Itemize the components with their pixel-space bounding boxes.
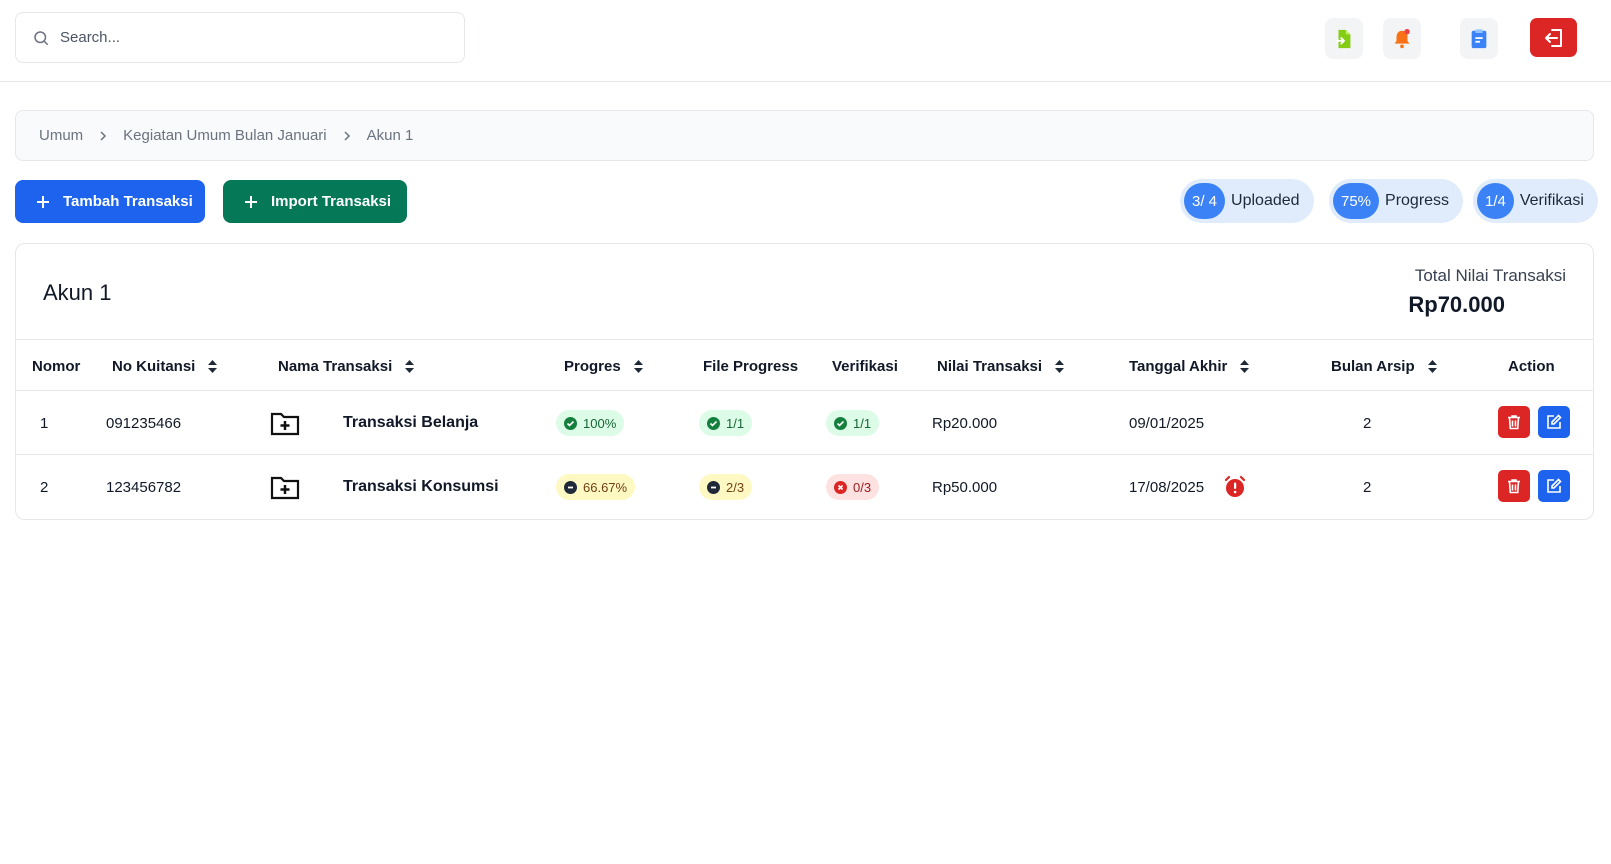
x-circle-icon (834, 480, 847, 494)
trash-icon (1508, 479, 1520, 494)
minus-circle-icon (564, 480, 577, 494)
cell-kuitansi: 091235466 (106, 414, 182, 432)
transaksi-card: Akun 1 Total Nilai Transaksi Rp70.000 No… (15, 243, 1594, 520)
sort-icon[interactable] (1427, 359, 1438, 374)
file-progress-badge: 1/1 (699, 410, 753, 436)
verifikasi-badge: 1/1 (826, 410, 880, 436)
col-nomor: Nomor (32, 357, 81, 375)
sort-icon[interactable] (207, 359, 218, 374)
bell-icon (1394, 28, 1410, 48)
folder-plus-icon (270, 412, 300, 436)
cell-nomor: 1 (40, 414, 49, 432)
cell-file-progress: 2/3 (699, 455, 753, 519)
cell-nilai: Rp20.000 (932, 414, 998, 432)
file-import-icon (1335, 29, 1351, 48)
search-input[interactable] (60, 29, 440, 46)
breadcrumb-item-kegiatan[interactable]: Kegiatan Umum Bulan Januari (123, 127, 326, 144)
chevron-right-icon (341, 130, 353, 142)
cell-file-progress: 1/1 (699, 391, 753, 455)
col-verifikasi: Verifikasi (832, 357, 898, 375)
progress-label: Progress (1385, 192, 1450, 209)
sort-icon[interactable] (404, 359, 415, 374)
cell-nomor: 2 (40, 478, 49, 496)
plus-icon (37, 195, 49, 208)
col-action: Action (1508, 357, 1555, 375)
delete-button[interactable] (1498, 470, 1530, 502)
file-progress-badge: 2/3 (699, 474, 753, 500)
search-icon (34, 30, 49, 45)
progress-value: 75% (1333, 183, 1380, 219)
progress-stat: 75% Progress (1329, 179, 1464, 223)
cell-verifikasi: 1/1 (826, 391, 880, 455)
edit-icon (1547, 478, 1562, 493)
edit-button[interactable] (1538, 406, 1570, 438)
breadcrumb: Umum Kegiatan Umum Bulan Januari Akun 1 (15, 110, 1594, 161)
alarm-clock-icon (1223, 455, 1247, 519)
logout-button[interactable] (1530, 18, 1577, 57)
verifikasi-stat: 1/4 Verifikasi (1473, 179, 1598, 223)
uploaded-stat: 3/ 4 Uploaded (1180, 179, 1314, 223)
cell-nilai: Rp50.000 (932, 478, 998, 496)
uploaded-label: Uploaded (1231, 192, 1300, 209)
logout-icon (1544, 28, 1562, 47)
verifikasi-value: 1/4 (1477, 183, 1514, 219)
breadcrumb-item-umum[interactable]: Umum (39, 127, 83, 144)
verifikasi-badge: 0/3 (826, 474, 880, 500)
add-folder-button[interactable] (270, 391, 300, 455)
col-nama-transaksi[interactable]: Nama Transaksi (278, 340, 415, 392)
total-label: Total Nilai Transaksi (1414, 266, 1566, 285)
file-import-button[interactable] (1325, 18, 1363, 59)
sort-icon[interactable] (1054, 359, 1065, 374)
sort-icon[interactable] (633, 359, 644, 374)
folder-plus-icon (270, 476, 300, 500)
cell-tanggal: 17/08/2025 (1129, 478, 1205, 496)
import-transaksi-label: Import Transaksi (271, 193, 392, 210)
import-transaksi-button[interactable]: Import Transaksi (223, 180, 407, 223)
progres-badge: 66.67% (556, 474, 636, 500)
table-row: 2 123456782 Transaksi Konsumsi 66.67% 2/… (16, 455, 1593, 519)
uploaded-value: 3/ 4 (1184, 183, 1226, 219)
search-box[interactable] (15, 12, 465, 63)
delete-button[interactable] (1498, 406, 1530, 438)
col-file-progress: File Progress (703, 357, 799, 375)
add-folder-button[interactable] (270, 455, 300, 519)
minus-circle-icon (707, 480, 720, 494)
plus-icon (245, 195, 257, 208)
verifikasi-label: Verifikasi (1519, 192, 1584, 209)
clipboard-icon (1471, 28, 1487, 48)
breadcrumb-item-current: Akun 1 (366, 127, 414, 144)
tambah-transaksi-label: Tambah Transaksi (63, 193, 193, 210)
edit-icon (1547, 414, 1562, 429)
col-bulan-arsip[interactable]: Bulan Arsip (1331, 340, 1438, 392)
cell-progres: 100% (556, 391, 625, 455)
check-circle-icon (564, 416, 577, 430)
card-title: Akun 1 (43, 280, 112, 305)
progres-badge: 100% (556, 410, 625, 436)
col-nilai-transaksi[interactable]: Nilai Transaksi (937, 340, 1065, 392)
clipboard-button[interactable] (1460, 18, 1498, 59)
table-row: 1 091235466 Transaksi Belanja 100% 1/1 1… (16, 391, 1593, 455)
notification-button[interactable] (1383, 18, 1421, 59)
cell-bulan-arsip: 2 (1363, 414, 1372, 432)
col-tanggal-akhir[interactable]: Tanggal Akhir (1129, 340, 1250, 392)
total-value: Rp70.000 (1408, 292, 1505, 317)
trash-icon (1508, 415, 1520, 430)
table-header: Nomor No Kuitansi Nama Transaksi Progres… (16, 339, 1593, 391)
tambah-transaksi-button[interactable]: Tambah Transaksi (15, 180, 205, 223)
check-circle-icon (834, 416, 847, 430)
cell-kuitansi: 123456782 (106, 478, 182, 496)
sort-icon[interactable] (1239, 359, 1250, 374)
cell-bulan-arsip: 2 (1363, 478, 1372, 496)
cell-nama-transaksi[interactable]: Transaksi Konsumsi (343, 455, 499, 519)
col-no-kuitansi[interactable]: No Kuitansi (112, 340, 218, 392)
edit-button[interactable] (1538, 470, 1570, 502)
cell-verifikasi: 0/3 (826, 455, 880, 519)
chevron-right-icon (97, 130, 109, 142)
cell-nama-transaksi[interactable]: Transaksi Belanja (343, 391, 478, 455)
cell-tanggal: 09/01/2025 (1129, 414, 1205, 432)
check-circle-icon (707, 416, 720, 430)
top-bar (0, 0, 1611, 82)
col-progres[interactable]: Progres (564, 340, 644, 392)
cell-progres: 66.67% (556, 455, 636, 519)
